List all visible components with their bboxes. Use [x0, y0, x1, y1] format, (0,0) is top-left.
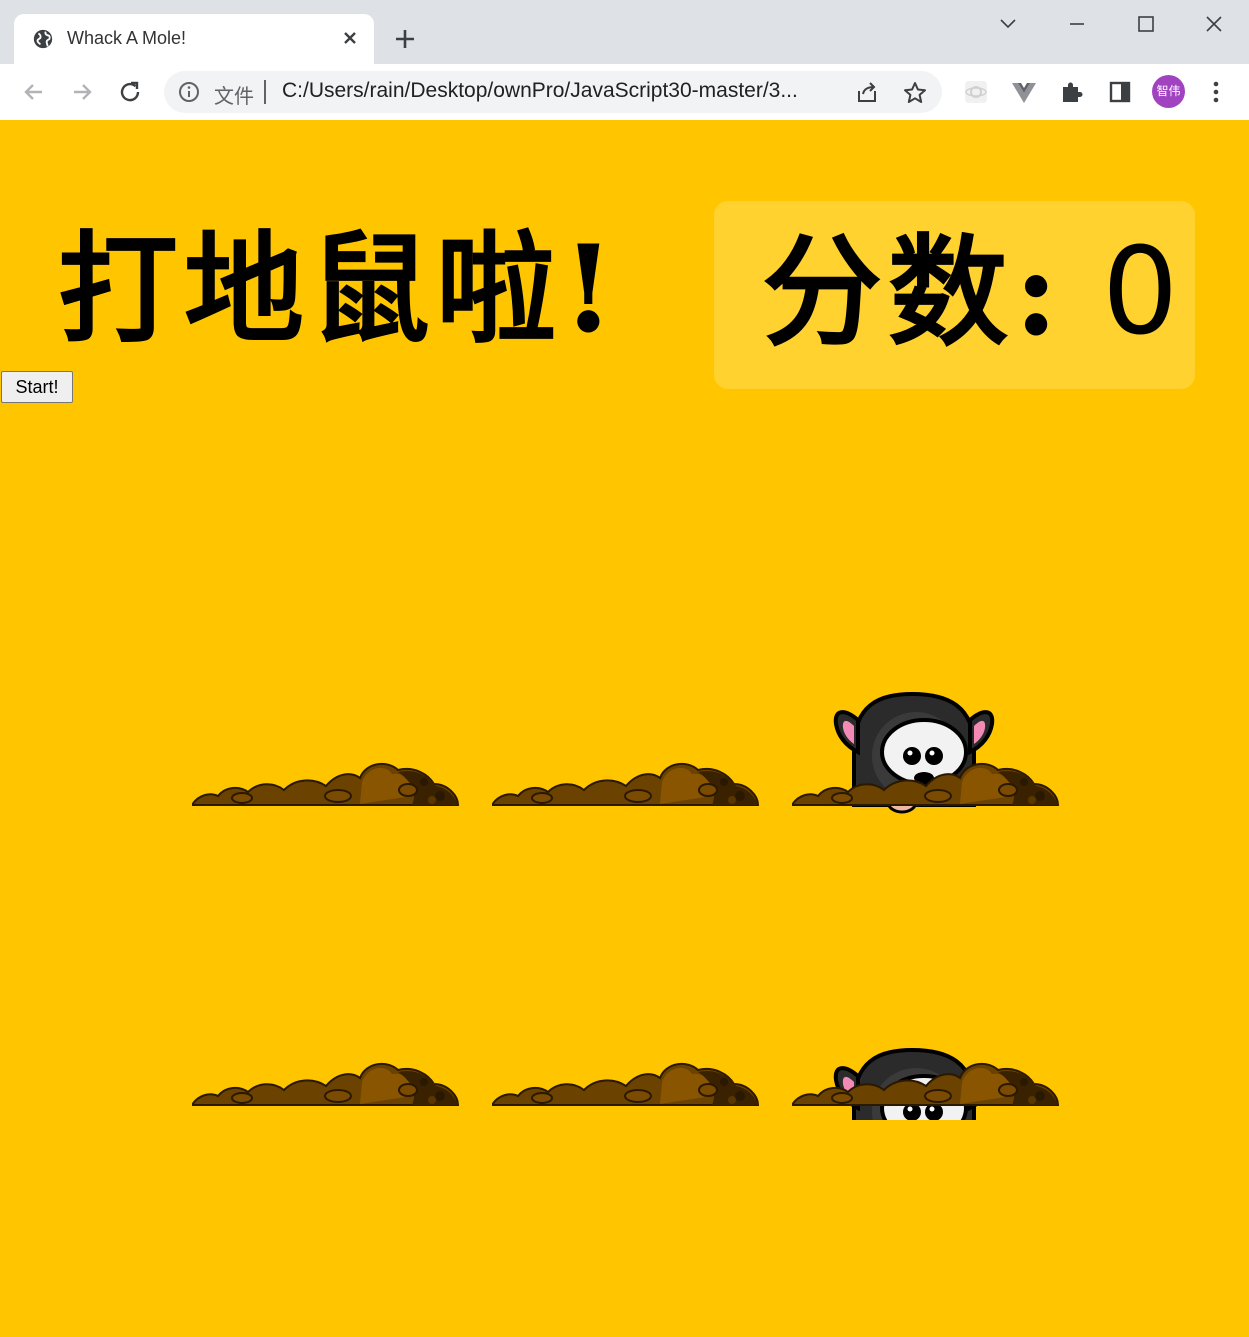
score-label: 分数:	[762, 222, 1065, 363]
url-text[interactable]: C:/Users/rain/Desktop/ownPro/JavaScript3…	[282, 79, 798, 103]
dirt-mound	[192, 762, 459, 806]
dirt-mound	[192, 1062, 459, 1106]
info-icon[interactable]	[178, 81, 200, 103]
protocol-label: 文件	[214, 84, 254, 108]
minimize-icon[interactable]	[1063, 10, 1091, 38]
extension-icon[interactable]	[962, 78, 990, 106]
dirt-mound	[492, 1062, 759, 1106]
plus-icon[interactable]	[392, 26, 418, 52]
maximize-icon[interactable]	[1132, 10, 1160, 38]
tab-strip: Whack A Mole!	[0, 0, 1249, 64]
reload-icon[interactable]	[116, 78, 144, 106]
star-icon[interactable]	[902, 80, 928, 106]
dirt-mound	[492, 762, 759, 806]
hole[interactable]	[192, 520, 492, 820]
hole-scene	[792, 1048, 1059, 1120]
globe-icon	[33, 29, 53, 49]
game-board	[192, 520, 1092, 1120]
hole[interactable]	[492, 820, 792, 1120]
game-title: 打地鼠啦!	[58, 219, 621, 360]
puzzle-icon[interactable]	[1058, 78, 1086, 106]
start-button[interactable]: Start!	[1, 371, 73, 403]
score-panel: 分数: 0	[714, 201, 1195, 389]
sidepanel-icon[interactable]	[1106, 78, 1134, 106]
browser-chrome: Whack A Mole! 文件 C:/Users/rain/Desktop/o…	[0, 0, 1249, 120]
chevron-down-icon[interactable]	[994, 10, 1022, 38]
share-icon[interactable]	[854, 80, 880, 106]
tab-title: Whack A Mole!	[67, 28, 187, 48]
page-viewport: 打地鼠啦! 分数: 0 Start!	[0, 120, 1249, 1337]
kebab-menu-icon[interactable]	[1202, 78, 1230, 106]
close-window-icon[interactable]	[1200, 10, 1228, 38]
toolbar: 文件 C:/Users/rain/Desktop/ownPro/JavaScri…	[0, 64, 1249, 120]
omnibox-separator	[264, 80, 266, 104]
hole[interactable]	[792, 520, 1092, 820]
hole-scene	[792, 692, 1059, 814]
score-value: 0	[1102, 223, 1179, 362]
vue-icon[interactable]	[1010, 78, 1038, 106]
address-bar[interactable]: 文件 C:/Users/rain/Desktop/ownPro/JavaScri…	[164, 71, 942, 113]
hole[interactable]	[492, 520, 792, 820]
hole[interactable]	[192, 820, 492, 1120]
avatar[interactable]: 智伟	[1152, 75, 1185, 108]
forward-icon[interactable]	[68, 78, 96, 106]
back-icon[interactable]	[20, 78, 48, 106]
browser-tab[interactable]: Whack A Mole!	[14, 14, 374, 64]
hole[interactable]	[792, 820, 1092, 1120]
close-icon[interactable]	[340, 28, 360, 48]
